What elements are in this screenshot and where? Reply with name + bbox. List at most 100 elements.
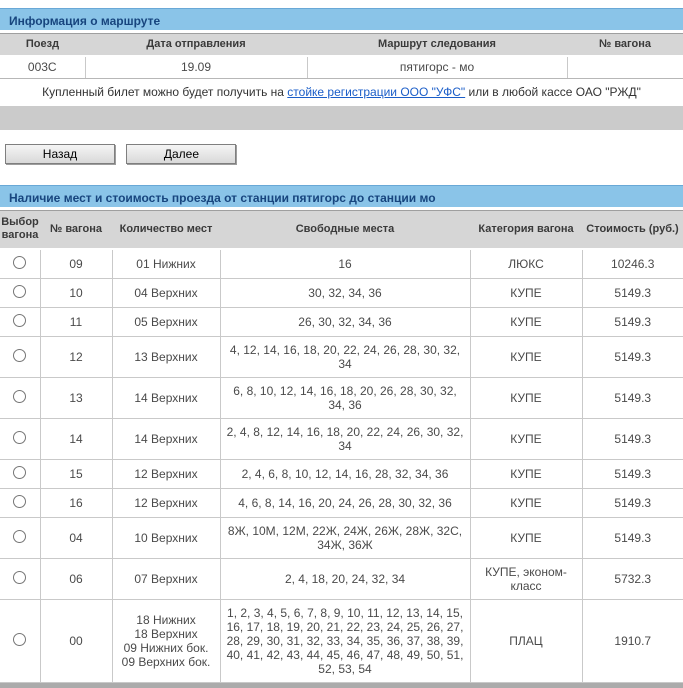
car-number-cell: 15 <box>40 459 112 488</box>
car-select-cell <box>0 336 40 377</box>
car-select-cell <box>0 459 40 488</box>
car-select-radio[interactable] <box>13 285 26 298</box>
seats-row: 1213 Верхних4, 12, 14, 16, 18, 20, 22, 2… <box>0 336 683 377</box>
car-select-radio[interactable] <box>13 256 26 269</box>
seats-table: Выбор вагона№ вагонаКоличество местСвобо… <box>0 210 683 683</box>
car-number-cell: 09 <box>40 249 112 279</box>
route-info-title: Информация о маршруте <box>0 8 683 30</box>
seat-count-cell: 05 Верхних <box>112 307 220 336</box>
seats-header-row: Выбор вагона№ вагонаКоличество местСвобо… <box>0 211 683 249</box>
route-car-cell <box>567 56 683 79</box>
car-select-radio[interactable] <box>13 314 26 327</box>
seat-count-cell: 13 Верхних <box>112 336 220 377</box>
price-cell: 1910.7 <box>582 599 683 682</box>
route-info-data-row: 003С19.09пятигорс - мо <box>0 56 683 79</box>
seat-count-cell: 12 Верхних <box>112 459 220 488</box>
car-select-cell <box>0 307 40 336</box>
category-cell: КУПЕ <box>470 377 582 418</box>
free-seats-cell: 8Ж, 10М, 12М, 22Ж, 24Ж, 26Ж, 28Ж, 32С, 3… <box>220 517 470 558</box>
route-info-header-row: ПоездДата отправленияМаршрут следования№… <box>0 34 683 56</box>
car-number-cell: 00 <box>40 599 112 682</box>
free-seats-cell: 2, 4, 6, 8, 10, 12, 14, 16, 28, 32, 34, … <box>220 459 470 488</box>
seats-row: 1105 Верхних26, 30, 32, 34, 36КУПЕ5149.3 <box>0 307 683 336</box>
free-seats-cell: 6, 8, 10, 12, 14, 16, 18, 20, 26, 28, 30… <box>220 377 470 418</box>
route-date-cell: 19.09 <box>85 56 307 79</box>
back-button[interactable]: Назад <box>5 144 115 164</box>
free-seats-cell: 16 <box>220 249 470 279</box>
seats-column-header: Категория вагона <box>470 211 582 249</box>
seat-count-cell: 01 Нижних <box>112 249 220 279</box>
price-cell: 5149.3 <box>582 418 683 459</box>
seat-count-cell: 14 Верхних <box>112 418 220 459</box>
price-cell: 5149.3 <box>582 488 683 517</box>
registration-desk-link[interactable]: стойке регистрации ООО "УФС" <box>287 85 465 99</box>
seat-count-cell: 18 Нижних 18 Верхних 09 Нижних бок. 09 В… <box>112 599 220 682</box>
car-select-cell <box>0 278 40 307</box>
car-select-radio[interactable] <box>13 466 26 479</box>
free-seats-cell: 4, 12, 14, 16, 18, 20, 22, 24, 26, 28, 3… <box>220 336 470 377</box>
seats-row: 1414 Верхних2, 4, 8, 12, 14, 16, 18, 20,… <box>0 418 683 459</box>
price-cell: 5149.3 <box>582 459 683 488</box>
car-number-cell: 10 <box>40 278 112 307</box>
route-column-header: Поезд <box>0 34 85 56</box>
next-button[interactable]: Далее <box>126 144 236 164</box>
seats-row: 0901 Нижних16ЛЮКС10246.3 <box>0 249 683 279</box>
car-select-radio[interactable] <box>13 349 26 362</box>
seats-row: 0018 Нижних 18 Верхних 09 Нижних бок. 09… <box>0 599 683 682</box>
route-route-cell: пятигорс - мо <box>307 56 567 79</box>
car-select-cell <box>0 377 40 418</box>
seats-row: 0410 Верхних8Ж, 10М, 12М, 22Ж, 24Ж, 26Ж,… <box>0 517 683 558</box>
car-select-radio[interactable] <box>13 431 26 444</box>
price-cell: 5732.3 <box>582 558 683 599</box>
price-cell: 5149.3 <box>582 336 683 377</box>
seats-title: Наличие мест и стоимость проезда от стан… <box>0 185 683 207</box>
car-number-cell: 04 <box>40 517 112 558</box>
separator-bar <box>0 106 683 130</box>
seat-count-cell: 12 Верхних <box>112 488 220 517</box>
car-select-radio[interactable] <box>13 390 26 403</box>
seats-row: 1004 Верхних30, 32, 34, 36КУПЕ5149.3 <box>0 278 683 307</box>
car-select-radio[interactable] <box>13 495 26 508</box>
car-number-cell: 14 <box>40 418 112 459</box>
car-select-radio[interactable] <box>13 633 26 646</box>
free-seats-cell: 4, 6, 8, 14, 16, 20, 24, 26, 28, 30, 32,… <box>220 488 470 517</box>
seats-row: 1314 Верхних6, 8, 10, 12, 14, 16, 18, 20… <box>0 377 683 418</box>
category-cell: ПЛАЦ <box>470 599 582 682</box>
seat-count-cell: 14 Верхних <box>112 377 220 418</box>
category-cell: КУПЕ <box>470 488 582 517</box>
route-train-cell: 003С <box>0 56 85 79</box>
car-number-cell: 12 <box>40 336 112 377</box>
ticket-pickup-note: Купленный билет можно будет получить на … <box>0 85 683 102</box>
seat-count-cell: 10 Верхних <box>112 517 220 558</box>
price-cell: 5149.3 <box>582 517 683 558</box>
route-column-header: Маршрут следования <box>307 34 567 56</box>
free-seats-cell: 26, 30, 32, 34, 36 <box>220 307 470 336</box>
price-cell: 5149.3 <box>582 278 683 307</box>
category-cell: КУПЕ <box>470 336 582 377</box>
seats-column-header: Свободные места <box>220 211 470 249</box>
car-select-cell <box>0 517 40 558</box>
car-select-cell <box>0 488 40 517</box>
category-cell: КУПЕ <box>470 307 582 336</box>
navigation-buttons: Назад Далее <box>5 144 683 164</box>
note-text-before: Купленный билет можно будет получить на <box>42 85 287 99</box>
car-select-radio[interactable] <box>13 571 26 584</box>
seats-column-header: Количество мест <box>112 211 220 249</box>
category-cell: КУПЕ <box>470 459 582 488</box>
seat-count-cell: 07 Верхних <box>112 558 220 599</box>
free-seats-cell: 2, 4, 18, 20, 24, 32, 34 <box>220 558 470 599</box>
car-number-cell: 11 <box>40 307 112 336</box>
route-column-header: Дата отправления <box>85 34 307 56</box>
car-select-radio[interactable] <box>13 530 26 543</box>
route-column-header: № вагона <box>567 34 683 56</box>
car-number-cell: 06 <box>40 558 112 599</box>
free-seats-cell: 2, 4, 8, 12, 14, 16, 18, 20, 22, 24, 26,… <box>220 418 470 459</box>
price-cell: 5149.3 <box>582 377 683 418</box>
seats-column-header: Выбор вагона <box>0 211 40 249</box>
price-cell: 5149.3 <box>582 307 683 336</box>
seats-column-header: Стоимость (руб.) <box>582 211 683 249</box>
car-number-cell: 16 <box>40 488 112 517</box>
seat-count-cell: 04 Верхних <box>112 278 220 307</box>
category-cell: КУПЕ <box>470 418 582 459</box>
seats-row: 0607 Верхних2, 4, 18, 20, 24, 32, 34КУПЕ… <box>0 558 683 599</box>
